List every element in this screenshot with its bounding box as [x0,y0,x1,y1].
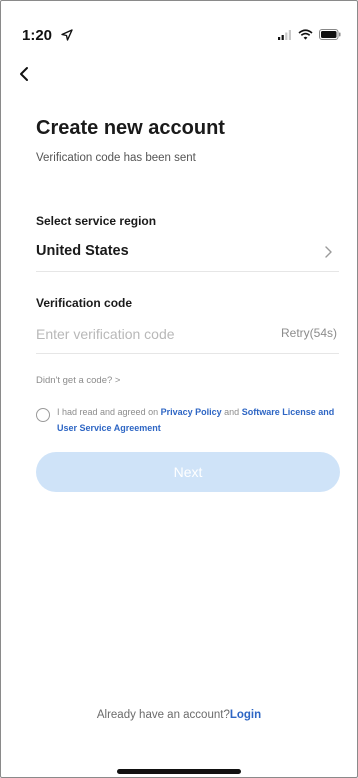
agreement-text: I had read and agreed on Privacy Policy … [57,405,347,436]
next-button[interactable]: Next [36,452,340,492]
retry-button[interactable]: Retry(54s) [281,326,337,340]
page-title: Create new account [36,117,225,139]
cellular-signal-icon [278,30,291,40]
no-code-link[interactable]: Didn't get a code? > [36,375,120,386]
region-label: Select service region [36,214,157,228]
wifi-icon [298,29,313,40]
region-selector[interactable]: United States [36,239,339,271]
status-icons [278,29,341,40]
verification-code-input[interactable] [36,323,256,345]
verification-label: Verification code [36,296,133,310]
status-time: 1:20 [22,27,53,44]
location-arrow-icon [61,29,73,41]
login-link[interactable]: Login [230,709,261,721]
agreement-connector: and [224,407,240,417]
battery-icon [319,29,341,40]
chevron-right-icon [325,246,332,258]
login-footer: Already have an account?Login [1,709,357,721]
home-indicator[interactable] [117,769,241,774]
phone-screen: 1:20 Create new account Verification cod… [0,0,358,778]
divider [36,271,339,272]
agreement-checkbox[interactable] [36,408,50,422]
chevron-left-icon [20,67,28,81]
back-button[interactable] [15,61,39,87]
region-value: United States [36,243,129,259]
login-prompt: Already have an account? [96,709,230,721]
privacy-policy-link[interactable]: Privacy Policy [161,407,222,417]
page-subtitle: Verification code has been sent [36,152,196,164]
divider [36,353,339,354]
agreement-prefix: I had read and agreed on [57,407,159,417]
